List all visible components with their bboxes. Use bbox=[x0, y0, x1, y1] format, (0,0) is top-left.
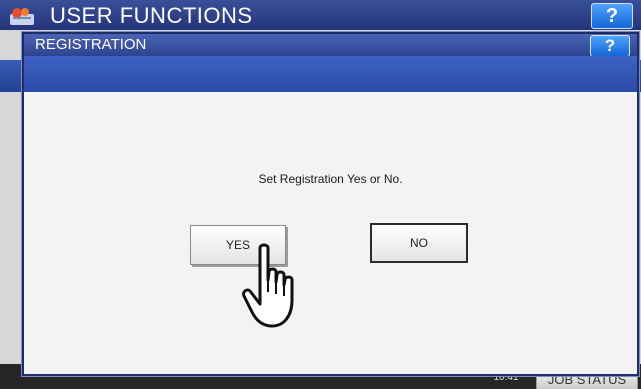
dialog-titlebar: REGISTRATION ? bbox=[24, 34, 637, 57]
page-title: USER FUNCTIONS bbox=[50, 3, 253, 28]
hand-pointer-icon bbox=[242, 243, 294, 328]
help-button[interactable]: ? bbox=[591, 3, 633, 29]
no-button[interactable]: NO bbox=[370, 223, 468, 263]
dialog-help-button[interactable]: ? bbox=[590, 35, 630, 57]
app-header: USER FUNCTIONS ? bbox=[0, 0, 641, 30]
dialog-title: REGISTRATION bbox=[35, 36, 147, 53]
dialog-header-bar bbox=[24, 56, 637, 92]
registration-dialog: REGISTRATION ? Set Registration Yes or N… bbox=[22, 32, 639, 376]
confirmation-message: Set Registration Yes or No. bbox=[258, 172, 403, 186]
dialog-content: Set Registration Yes or No. YES NO bbox=[24, 92, 637, 374]
app-logo-icon bbox=[10, 8, 34, 25]
